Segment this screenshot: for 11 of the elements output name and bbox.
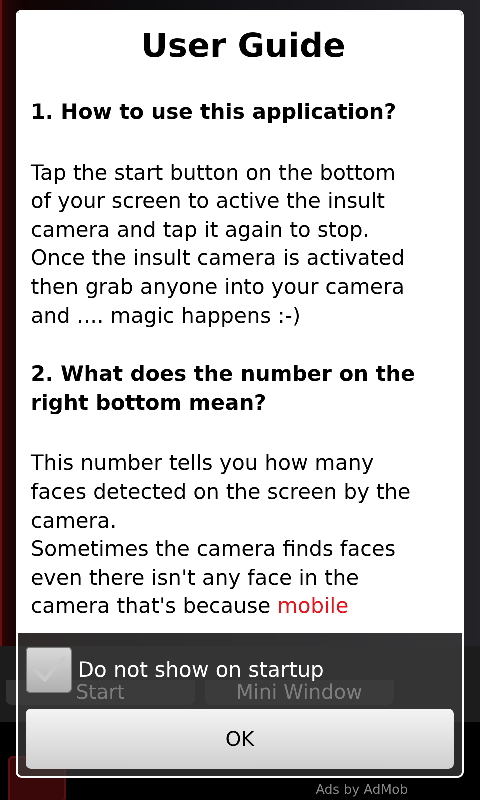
- checkbox[interactable]: [26, 647, 72, 693]
- paragraph: Tap the start button on the bottom of your screen to active the insult camera and tap it again to stop. Once the insult camera is activated then grab anyone into your camera and .... magic happens :-): [31, 160, 406, 330]
- section-heading: 2. What does the number on the right bottom mean?: [31, 361, 416, 417]
- ad-label: Ads by AdMob: [316, 783, 408, 798]
- ok-button[interactable]: OK: [26, 709, 454, 769]
- checkmark-icon: [32, 655, 66, 685]
- dialog-title: User Guide: [140, 25, 347, 67]
- paragraph: This number tells you how many faces detected on the screen by the camera. Sometimes the camera finds faces even there isn't any face in the camera that's because mobile: [31, 450, 412, 620]
- section-heading: 1. How to use this application?: [31, 99, 398, 126]
- app-button[interactable]: Mini Window: [205, 680, 394, 705]
- checkbox-label: Do not show on startup: [78, 658, 324, 682]
